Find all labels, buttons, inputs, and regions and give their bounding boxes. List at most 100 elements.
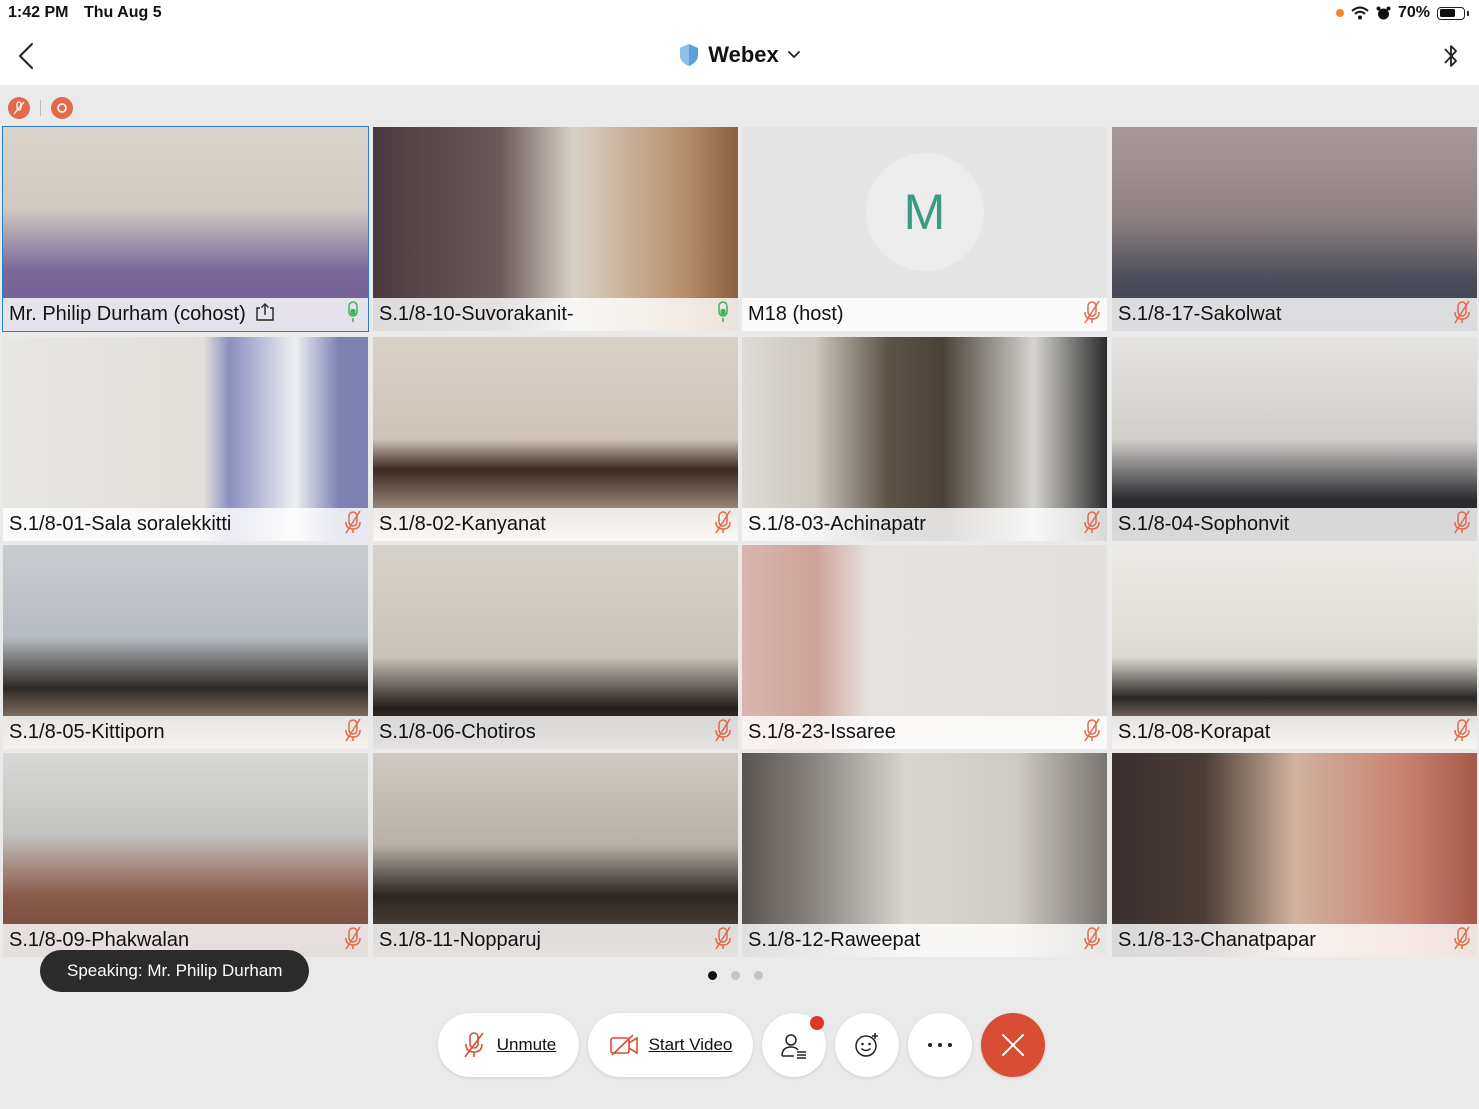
participant-tile[interactable]: S.1/8-13-Chanatpapar	[1112, 753, 1477, 957]
participant-tile[interactable]: S.1/8-09-Phakwalan	[3, 753, 368, 957]
participant-name: M18 (host)	[748, 303, 844, 325]
participant-tile[interactable]: S.1/8-01-Sala soralekkitti	[3, 337, 368, 541]
meeting-indicators	[8, 97, 73, 119]
participant-tile[interactable]: S.1/8-04-Sophonvit	[1112, 337, 1477, 541]
participant-name: S.1/8-23-Issaree	[748, 721, 896, 743]
battery-percent: 70%	[1397, 4, 1430, 21]
participant-label-bar: S.1/8-12-Raweepat	[742, 924, 1107, 957]
mic-muted-icon	[715, 718, 731, 742]
shield-icon	[680, 44, 699, 66]
participant-name: Mr. Philip Durham (cohost)	[9, 303, 246, 325]
participant-name: S.1/8-11-Nopparuj	[379, 929, 541, 951]
meeting-header: Webex	[0, 28, 1479, 85]
end-call-button[interactable]	[981, 1013, 1045, 1077]
participant-label-bar: Mr. Philip Durham (cohost)	[3, 298, 368, 331]
participant-tile[interactable]: S.1/8-12-Raweepat	[742, 753, 1107, 957]
reactions-icon	[855, 1033, 878, 1057]
active-speaker-toast: Speaking: Mr. Philip Durham	[40, 950, 310, 992]
unmute-label: Unmute	[496, 1035, 557, 1054]
more-options-button[interactable]	[908, 1013, 972, 1077]
participant-mic-status	[344, 718, 362, 747]
participant-tile[interactable]: S.1/8-11-Nopparuj	[373, 753, 738, 957]
page-dot[interactable]	[708, 971, 717, 980]
participant-tile[interactable]: S.1/8-05-Kittiporn	[3, 545, 368, 749]
participant-name: S.1/8-12-Raweepat	[748, 929, 921, 951]
participant-mic-status	[1453, 926, 1471, 955]
participant-tile[interactable]: S.1/8-03-Achinapatr	[742, 337, 1107, 541]
participant-name: S.1/8-05-Kittiporn	[9, 721, 165, 743]
alarm-icon	[1376, 6, 1391, 19]
participant-name: S.1/8-09-Phakwalan	[9, 929, 190, 951]
participant-label-bar: S.1/8-04-Sophonvit	[1112, 508, 1477, 541]
participant-name: S.1/8-03-Achinapatr	[748, 513, 926, 535]
mic-muted-icon	[1084, 926, 1100, 950]
participant-label-bar: S.1/8-03-Achinapatr	[742, 508, 1107, 541]
participant-label-bar: S.1/8-13-Chanatpapar	[1112, 924, 1477, 957]
unmute-button[interactable]: Unmute	[438, 1013, 579, 1077]
participants-icon	[781, 1034, 806, 1059]
participant-mic-status	[344, 300, 362, 329]
participant-name: S.1/8-06-Chotiros	[379, 721, 536, 743]
start-video-button[interactable]: Start Video	[588, 1013, 753, 1077]
participant-label-bar: S.1/8-17-Sakolwat	[1112, 298, 1477, 331]
participant-name: S.1/8-17-Sakolwat	[1118, 303, 1282, 325]
mic-muted-icon	[1454, 718, 1470, 742]
participant-mic-status	[714, 926, 732, 955]
participant-name: S.1/8-13-Chanatpapar	[1118, 929, 1316, 951]
participant-mic-status	[1083, 718, 1101, 747]
participant-name: S.1/8-01-Sala soralekkitti	[9, 513, 232, 535]
participant-label-bar: S.1/8-01-Sala soralekkitti	[3, 508, 368, 541]
participant-mic-status	[1453, 300, 1471, 329]
participant-mic-status	[1083, 926, 1101, 955]
meeting-controls: Unmute Start Video	[438, 1013, 1045, 1077]
participant-label-bar: S.1/8-05-Kittiporn	[3, 716, 368, 749]
recording-indicator-icon	[51, 97, 73, 119]
participant-label-bar: S.1/8-11-Nopparuj	[373, 924, 738, 957]
status-time: 1:42 PM	[8, 4, 69, 21]
participant-tile[interactable]: Mr. Philip Durham (cohost)	[2, 126, 369, 332]
wifi-icon	[1351, 6, 1369, 20]
participant-mic-status	[1453, 510, 1471, 539]
participant-name: S.1/8-02-Kanyanat	[379, 513, 546, 535]
participants-button[interactable]	[762, 1013, 826, 1077]
mic-muted-icon	[345, 718, 361, 742]
mic-active-icon	[718, 301, 728, 322]
indicator-separator	[40, 100, 41, 116]
video-off-icon	[609, 1034, 638, 1056]
mic-muted-icon	[464, 1032, 484, 1058]
participant-name: S.1/8-10-Suvorakanit-	[379, 303, 574, 325]
bluetooth-icon[interactable]	[1441, 40, 1461, 72]
reactions-button[interactable]	[835, 1013, 899, 1077]
meeting-title-button[interactable]: Webex	[0, 42, 1479, 68]
participant-tile[interactable]: S.1/8-23-Issaree	[742, 545, 1107, 749]
notification-badge	[810, 1016, 824, 1030]
avatar: M	[865, 153, 984, 271]
participant-tile[interactable]: S.1/8-08-Korapat	[1112, 545, 1477, 749]
mic-muted-icon	[1084, 718, 1100, 742]
participant-name: S.1/8-08-Korapat	[1118, 721, 1271, 743]
share-icon	[256, 303, 274, 321]
participant-label-bar: S.1/8-23-Issaree	[742, 716, 1107, 749]
mic-muted-icon	[1454, 926, 1470, 950]
battery-tip	[1467, 10, 1469, 16]
muted-indicator-icon	[8, 97, 30, 119]
participant-mic-status	[714, 300, 732, 329]
end-call-icon	[1002, 1034, 1024, 1056]
participant-mic-status	[1083, 510, 1101, 539]
status-indicators: 70%	[1335, 4, 1469, 22]
mic-in-use-dot-icon	[1335, 9, 1344, 17]
participant-tile[interactable]: S.1/8-02-Kanyanat	[373, 337, 738, 541]
participant-tile[interactable]: S.1/8-10-Suvorakanit-	[373, 127, 738, 331]
participant-tile[interactable]: S.1/8-17-Sakolwat	[1112, 127, 1477, 331]
participant-mic-status	[1083, 300, 1101, 329]
participant-tile[interactable]: S.1/8-06-Chotiros	[373, 545, 738, 749]
participant-label-bar: M18 (host)	[742, 298, 1107, 331]
participant-tile[interactable]: M M18 (host)	[742, 127, 1107, 331]
chevron-down-icon	[787, 51, 800, 59]
page-dot[interactable]	[754, 971, 763, 980]
meeting-title: Webex	[708, 42, 779, 67]
page-dot[interactable]	[731, 971, 740, 980]
page-indicator[interactable]	[708, 971, 763, 980]
participant-label-bar: S.1/8-10-Suvorakanit-	[373, 298, 738, 331]
mic-muted-icon	[715, 926, 731, 950]
